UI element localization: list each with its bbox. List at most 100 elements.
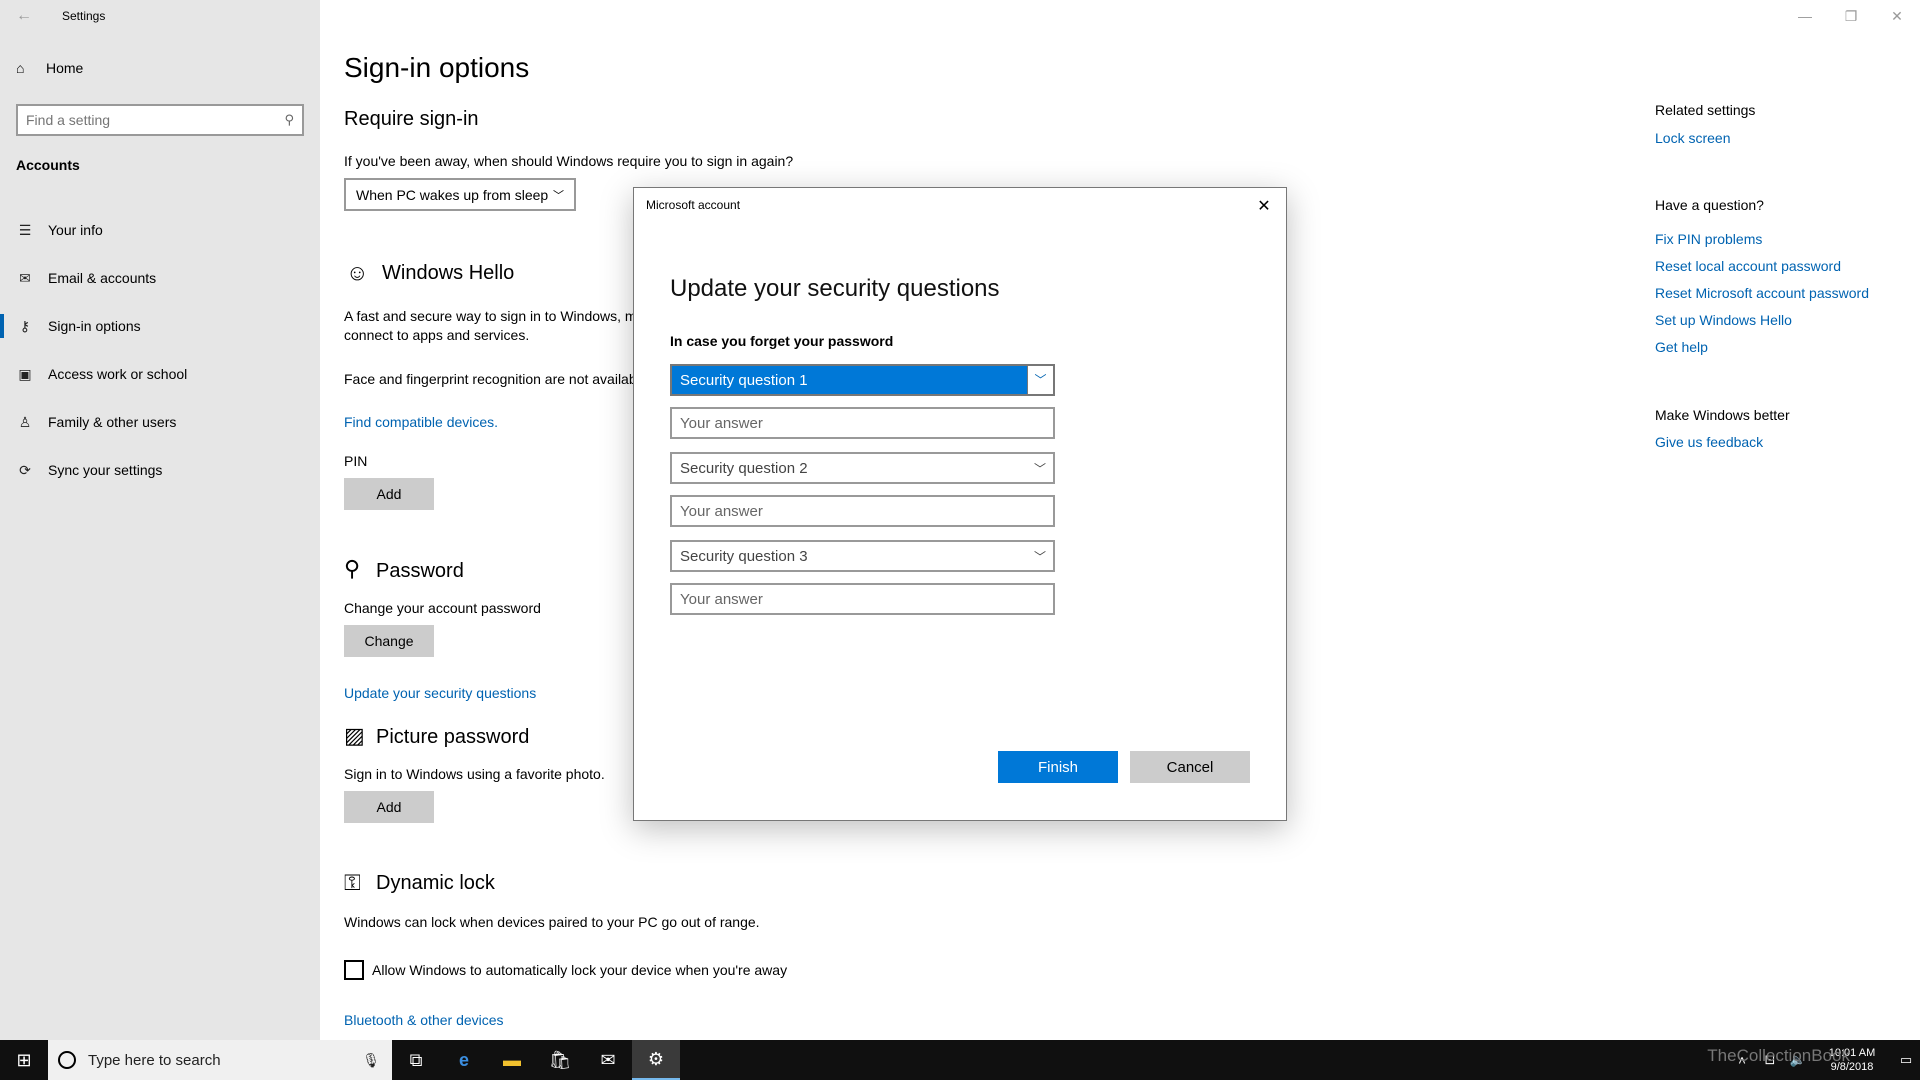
bluetooth-devices-link[interactable]: Bluetooth & other devices (344, 1012, 504, 1028)
folder-icon: ▬ (503, 1049, 521, 1070)
security-question-1-select[interactable]: Security question 1 ﹀ (670, 364, 1055, 396)
picture-password-add-button[interactable]: Add (344, 791, 434, 823)
select-value: Security question 3 (680, 547, 808, 565)
select-value: Security question 2 (680, 459, 808, 477)
task-view-button[interactable]: ⧉ (392, 1040, 440, 1080)
file-explorer-button[interactable]: ▬ (488, 1040, 536, 1080)
security-question-2-select[interactable]: Security question 2 ﹀ (670, 452, 1055, 484)
require-signin-question: If you've been away, when should Windows… (344, 153, 794, 169)
title-bar: ← Settings (0, 0, 105, 32)
picture-password-heading: Picture password (376, 726, 530, 748)
mail-icon: ✉ (600, 1049, 616, 1070)
app-title: Settings (62, 9, 106, 23)
start-button[interactable]: ⊞ (0, 1040, 48, 1080)
security-questions-dialog: Microsoft account ✕ Update your security… (633, 187, 1287, 821)
person-icon: ☰ (18, 221, 32, 238)
sidebar-item-label: Sign-in options (48, 318, 141, 334)
sidebar-item-family[interactable]: ♙ Family & other users (0, 398, 320, 446)
restore-icon: ❐ (1844, 7, 1858, 24)
reset-local-password-link[interactable]: Reset local account password (1655, 258, 1841, 274)
sidebar-item-your-info[interactable]: ☰ Your info (0, 206, 320, 254)
taskbar: ⊞ Type here to search 🎙 ⧉ e ▬ 🛍 ✉ ⚙ ˄ ⊡ … (0, 1040, 1920, 1080)
require-signin-heading: Require sign-in (344, 108, 479, 130)
navigation-pane: ← Settings ⌂ Home ⚲ Accounts ☰ Your info… (0, 0, 320, 1040)
dialog-title: Microsoft account (646, 198, 741, 212)
close-window-button[interactable]: ✕ (1874, 0, 1920, 32)
windows-logo-icon: ⊞ (16, 1049, 32, 1070)
nav-home[interactable]: ⌂ Home (16, 60, 83, 76)
answer-2-input[interactable] (670, 495, 1055, 527)
sidebar-item-sync[interactable]: ⟳ Sync your settings (0, 446, 320, 494)
related-settings-heading: Related settings (1655, 102, 1756, 118)
reset-ms-password-link[interactable]: Reset Microsoft account password (1655, 285, 1869, 301)
windows-hello-desc-2: connect to apps and services. (344, 327, 530, 343)
cortana-icon (58, 1051, 76, 1069)
answer-1-input[interactable] (670, 407, 1055, 439)
answer-3-input[interactable] (670, 583, 1055, 615)
sidebar-item-label: Sync your settings (48, 462, 163, 478)
dynamic-lock-icon: ⚿ (344, 870, 361, 895)
setup-windows-hello-link[interactable]: Set up Windows Hello (1655, 312, 1792, 328)
microphone-icon[interactable]: 🎙 (362, 1052, 380, 1069)
settings-app-button[interactable]: ⚙ (632, 1040, 680, 1080)
chevron-down-icon: ﹀ (553, 189, 564, 202)
get-help-link[interactable]: Get help (1655, 339, 1708, 355)
dialog-subheading: In case you forget your password (670, 333, 894, 349)
find-setting-search[interactable]: ⚲ (16, 104, 304, 136)
back-button[interactable]: ← (0, 0, 48, 32)
password-heading: Password (376, 560, 464, 582)
dynamic-lock-heading: Dynamic lock (376, 872, 495, 894)
find-setting-input[interactable] (26, 112, 285, 128)
sidebar-item-email-accounts[interactable]: ✉ Email & accounts (0, 254, 320, 302)
minimize-icon: — (1798, 8, 1812, 24)
password-key-icon: ⚲ (344, 556, 361, 581)
nav-home-label: Home (46, 60, 84, 76)
sidebar-item-label: Your info (48, 222, 103, 238)
sidebar-item-access-work[interactable]: ▣ Access work or school (0, 350, 320, 398)
picture-password-desc: Sign in to Windows using a favorite phot… (344, 766, 605, 782)
dynamic-lock-checkbox[interactable] (344, 960, 364, 980)
lock-screen-link[interactable]: Lock screen (1655, 130, 1730, 146)
picture-icon: ▨ (344, 723, 365, 748)
briefcase-icon: ▣ (18, 365, 32, 382)
security-question-3-select[interactable]: Security question 3 ﹀ (670, 540, 1055, 572)
make-windows-better-heading: Make Windows better (1655, 407, 1790, 423)
have-a-question-heading: Have a question? (1655, 197, 1764, 213)
taskbar-search-placeholder: Type here to search (88, 1051, 221, 1069)
search-icon[interactable]: ⚲ (284, 112, 294, 128)
dynamic-lock-desc: Windows can lock when devices paired to … (344, 914, 760, 930)
window-controls: — ❐ ✕ (1782, 0, 1920, 32)
windows-hello-desc-1: A fast and secure way to sign in to Wind… (344, 308, 637, 324)
mail-icon: ✉ (19, 269, 31, 286)
close-icon: ✕ (1891, 7, 1903, 24)
restore-button[interactable]: ❐ (1828, 0, 1874, 32)
sidebar-item-sign-in-options[interactable]: ⚷ Sign-in options (0, 302, 320, 350)
fix-pin-link[interactable]: Fix PIN problems (1655, 231, 1762, 247)
taskbar-search[interactable]: Type here to search 🎙 (48, 1040, 392, 1080)
give-feedback-link[interactable]: Give us feedback (1655, 434, 1763, 450)
edge-icon: e (458, 1049, 469, 1070)
select-value: Security question 1 (680, 371, 808, 389)
store-button[interactable]: 🛍 (536, 1040, 584, 1080)
cancel-button[interactable]: Cancel (1130, 751, 1250, 783)
require-signin-dropdown[interactable]: When PC wakes up from sleep ﹀ (344, 178, 576, 211)
find-compatible-devices-link[interactable]: Find compatible devices. (344, 414, 498, 430)
back-arrow-icon: ← (16, 7, 32, 24)
mail-app-button[interactable]: ✉ (584, 1040, 632, 1080)
dynamic-lock-checkbox-label[interactable]: Allow Windows to automatically lock your… (372, 962, 787, 978)
notifications-icon[interactable]: ▭ (1894, 1052, 1918, 1068)
password-desc: Change your account password (344, 600, 541, 616)
update-security-questions-link[interactable]: Update your security questions (344, 685, 536, 701)
windows-hello-note: Face and fingerprint recognition are not… (344, 371, 637, 387)
minimize-button[interactable]: — (1782, 0, 1828, 32)
finish-button[interactable]: Finish (998, 751, 1118, 783)
key-icon: ⚷ (19, 317, 31, 334)
sidebar-item-label: Email & accounts (48, 270, 157, 286)
smiley-icon: ☺ (346, 260, 369, 285)
pin-add-button[interactable]: Add (344, 478, 434, 510)
edge-button[interactable]: e (440, 1040, 488, 1080)
nav-list: ☰ Your info ✉ Email & accounts ⚷ Sign-in… (0, 206, 320, 494)
password-change-button[interactable]: Change (344, 625, 434, 657)
dialog-close-button[interactable]: ✕ (1252, 194, 1276, 218)
sync-icon: ⟳ (19, 461, 31, 478)
